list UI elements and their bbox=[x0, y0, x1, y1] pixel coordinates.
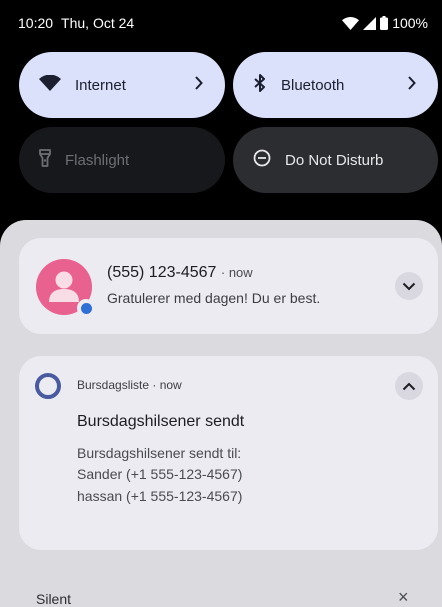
tile-internet[interactable]: Internet bbox=[19, 52, 225, 118]
wifi-icon bbox=[39, 74, 61, 95]
silent-section-label: Silent bbox=[36, 591, 72, 607]
notification-line: hassan (+1 555-123-4567) bbox=[77, 488, 243, 504]
tile-bluetooth-label: Bluetooth bbox=[281, 76, 345, 94]
notification-sender: (555) 123-4567 bbox=[107, 264, 217, 281]
notification-body: Gratulerer med dagen! Du er best. bbox=[107, 290, 321, 306]
chevron-up-icon bbox=[402, 382, 416, 390]
flashlight-icon bbox=[39, 149, 51, 171]
battery-percent: 100% bbox=[392, 15, 428, 31]
notification-line: Bursdagshilsener sendt til: bbox=[77, 445, 242, 461]
tile-flashlight-label: Flashlight bbox=[65, 151, 130, 169]
app-ring-icon bbox=[35, 373, 61, 399]
expand-button[interactable] bbox=[395, 272, 423, 300]
chevron-down-icon bbox=[402, 282, 416, 290]
bluetooth-icon bbox=[253, 74, 267, 96]
battery-icon bbox=[380, 16, 389, 30]
notification-title: Bursdagshilsener sendt bbox=[77, 413, 245, 430]
dnd-icon bbox=[253, 149, 271, 171]
notification-line: Sander (+1 555-123-4567) bbox=[77, 466, 243, 482]
tile-flashlight[interactable]: Flashlight bbox=[19, 127, 225, 193]
tile-internet-label: Internet bbox=[75, 76, 126, 94]
collapse-button[interactable] bbox=[395, 372, 423, 400]
status-date: Thu, Oct 24 bbox=[61, 15, 135, 31]
tile-dnd-label: Do Not Disturb bbox=[285, 151, 384, 169]
notification-app-name: Bursdagsliste · now bbox=[77, 378, 182, 392]
wifi-icon bbox=[342, 16, 360, 30]
message-badge-icon bbox=[77, 299, 95, 317]
chevron-right-icon bbox=[194, 76, 203, 94]
avatar-icon bbox=[36, 259, 95, 317]
notification-time: · now bbox=[220, 265, 253, 280]
tile-do-not-disturb[interactable]: Do Not Disturb bbox=[233, 127, 438, 193]
notification-birthday-list[interactable]: Bursdagsliste · now Bursdagshilsener sen… bbox=[19, 356, 438, 550]
status-time: 10:20 bbox=[18, 15, 54, 31]
clear-silent-button[interactable]: × bbox=[398, 588, 409, 606]
status-bar: 10:20 Thu, Oct 24 100% bbox=[0, 0, 442, 46]
tile-bluetooth[interactable]: Bluetooth bbox=[233, 52, 438, 118]
notification-message[interactable]: (555) 123-4567 · now Gratulerer med dage… bbox=[19, 238, 438, 334]
chevron-right-icon bbox=[407, 76, 416, 94]
cell-signal-icon bbox=[363, 16, 377, 30]
